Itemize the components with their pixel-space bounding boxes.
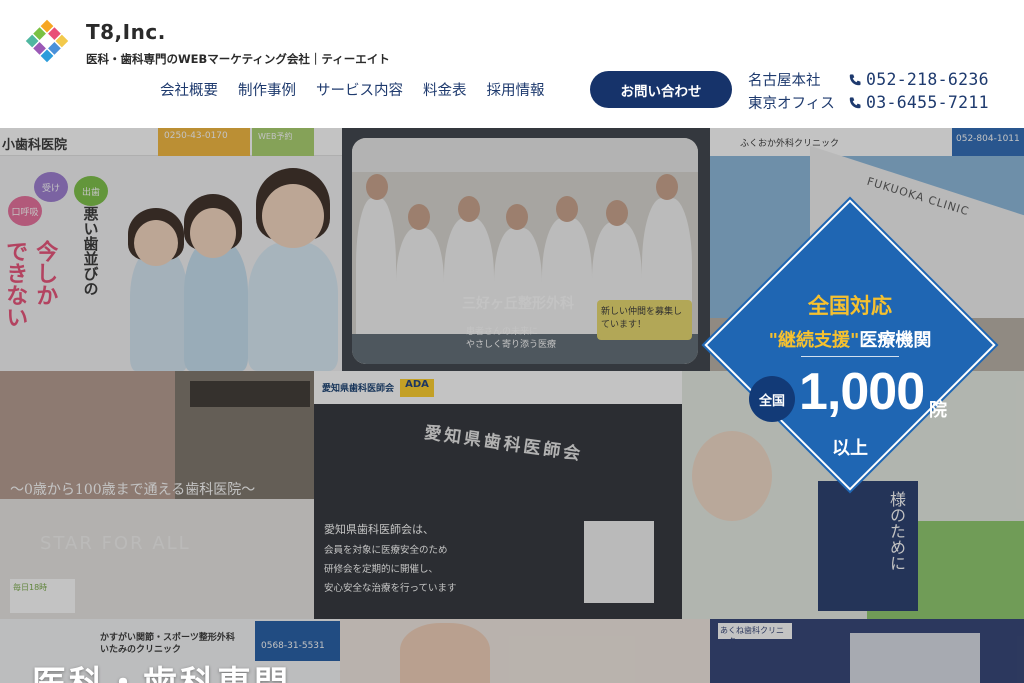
portfolio-tile-orthopedics[interactable]: 三好ヶ丘整形外科 患者さんの未来に やさしく寄り添う医療 新しい仲間を募集してい…: [342, 128, 710, 371]
tile-bubble: 受け: [34, 172, 68, 202]
tile-subtitle-line: やさしく寄り添う医療: [466, 339, 557, 350]
portfolio-tile-aichi-dental-association[interactable]: 愛知県歯科医師会 ADA 愛知県歯科医師会 愛知県歯科医師会は、 会員を対象に医…: [314, 371, 682, 619]
tile-clinic-name: 小歯科医院: [2, 138, 68, 153]
tile-header: ふくおか外科クリニック 052-804-1011: [710, 128, 1024, 156]
nav-item-works[interactable]: 制作事例: [238, 79, 296, 100]
tile-bubble: 出歯: [74, 176, 108, 206]
child-face: [190, 208, 236, 258]
phone-number-tokyo[interactable]: 03-6455-7211: [866, 93, 989, 112]
staff-face: [556, 196, 578, 222]
phone-icon: [849, 73, 861, 85]
tile-header: 小歯科医院 0250-43-0170 WEB予約: [0, 128, 342, 156]
tile-clinic-name: ふくおか外科クリニック: [740, 139, 840, 149]
tile-body-line: 愛知県歯科医師会は、: [324, 523, 434, 536]
badge-support-line: "継続支援"医療機関: [705, 326, 995, 352]
tile-vertical-text: 今しか: [32, 240, 58, 306]
building-photo: [850, 633, 980, 683]
child-figure: [184, 240, 248, 371]
tile-web-reserve: WEB予約: [252, 128, 314, 156]
tile-header: [190, 381, 310, 407]
badge-divider: [801, 356, 899, 357]
portfolio-tile-star-dental[interactable]: 〜0歳から100歳まで通える歯科医院〜 STAR FOR ALL 毎日18時: [0, 371, 314, 619]
staff-face: [400, 623, 490, 683]
ada-logo: ADA: [400, 379, 434, 397]
contact-button[interactable]: お問い合わせ: [590, 71, 732, 108]
badge-support-highlight: "継続支援": [768, 330, 860, 351]
child-figure: [248, 242, 338, 371]
tile-watermark: STAR FOR ALL: [40, 533, 191, 554]
tile-bubble: 口呼吸: [8, 196, 42, 226]
tile-org-name: 愛知県歯科医師会: [322, 384, 395, 394]
office-name: 東京オフィス: [748, 96, 835, 112]
tile-phone: 052-804-1011: [952, 128, 1024, 156]
nav-item-company[interactable]: 会社概要: [160, 79, 218, 100]
staff-face: [458, 196, 480, 222]
badge-unit: 院: [929, 400, 947, 421]
tile-profile-card: [584, 521, 654, 603]
tile-body-text: 愛知県歯科医師会は、 会員を対象に医療安全のため 研修会を定期的に開催し、 安心…: [324, 519, 457, 598]
badge-circle-label: 全国: [749, 376, 795, 422]
nav-item-recruit[interactable]: 採用情報: [487, 79, 545, 100]
badge-suffix: 以上: [832, 438, 868, 459]
tile-clinic-line: かすがい関節・スポーツ整形外科: [100, 633, 235, 643]
tile-clinic-name: かすがい関節・スポーツ整形外科 いたみのクリニック: [100, 633, 235, 656]
tile-header: [352, 138, 698, 172]
tile-phone: 0250-43-0170: [158, 128, 250, 156]
office-contacts: 名古屋本社 052-218-6236 東京オフィス 03-6455-7211: [748, 68, 989, 114]
nav-item-services[interactable]: サービス内容: [316, 79, 403, 100]
tile-phone: 0568-31-5531: [255, 621, 340, 661]
badge-support-rest: 医療機関: [859, 330, 932, 351]
tile-vertical-text: 悪い歯並びの: [81, 206, 100, 296]
phone-icon: [849, 96, 861, 108]
staff-face: [506, 204, 528, 230]
tile-clinic-name: 三好ヶ丘整形外科: [462, 296, 574, 312]
office-name: 名古屋本社: [748, 73, 821, 89]
tile-vertical-text: 様のために: [818, 481, 918, 611]
tile-body-line: 会員を対象に医療安全のため: [324, 545, 448, 556]
tile-header: 愛知県歯科医師会 ADA: [314, 371, 682, 404]
tile-subtitle-line: 患者さんの未来に: [466, 327, 539, 337]
main-nav: 会社概要 制作事例 サービス内容 料金表 採用情報: [160, 79, 545, 100]
tile-body-line: 研修会を定期的に開催し、: [324, 564, 439, 575]
child-face: [262, 184, 324, 248]
staff-face: [606, 200, 628, 226]
tile-subtitle: 患者さんの未来に やさしく寄り添う医療: [466, 326, 556, 351]
tile-clinic-line: いたみのクリニック: [100, 644, 182, 655]
tile-recruit-badge: 新しい仲間を募集しています！: [597, 300, 692, 340]
site-header: T8,Inc. 医科・歯科専門のWEBマーケティング会社｜ティーエイト 会社概要…: [0, 0, 1024, 128]
t8-logo-icon[interactable]: [22, 16, 72, 66]
child-face: [134, 220, 178, 266]
tile-vertical-text: できない: [2, 240, 28, 328]
portfolio-tile-akune-dental[interactable]: あくね歯科クリニック: [710, 619, 1024, 683]
tile-body-line: 安心安全な治療を行っています: [324, 583, 457, 594]
child-figure: [130, 248, 188, 371]
badge-count: 1,000: [799, 363, 925, 421]
staff-face: [408, 204, 430, 230]
tile-clinic-name: あくね歯科クリニック: [718, 623, 792, 646]
nationwide-support-badge: 全国対応 "継続支援"医療機関 全国 1,000 院 以上: [704, 199, 996, 491]
nav-item-pricing[interactable]: 料金表: [423, 79, 467, 100]
tile-tagline: 〜0歳から100歳まで通える歯科医院〜: [10, 482, 256, 498]
brand-tagline: 医科・歯科専門のWEBマーケティング会社｜ティーエイト: [86, 52, 390, 66]
phone-number-nagoya[interactable]: 052-218-6236: [866, 70, 989, 89]
hero-headline: 医科・歯科専門: [32, 656, 291, 683]
office-nagoya: 名古屋本社 052-218-6236: [748, 68, 989, 91]
staff-face: [656, 174, 678, 200]
brand-name[interactable]: T8,Inc.: [86, 20, 166, 44]
portfolio-tile-clinic-staff[interactable]: [340, 619, 710, 683]
staff-face: [366, 174, 388, 200]
badge-nationwide: 全国対応: [808, 294, 892, 318]
tile-hours-badge: 毎日18時: [10, 579, 75, 613]
office-tokyo: 東京オフィス 03-6455-7211: [748, 91, 989, 114]
portfolio-tile-kids-dental[interactable]: 小歯科医院 0250-43-0170 WEB予約 受け 出歯 口呼吸 悪い歯並び…: [0, 128, 342, 371]
